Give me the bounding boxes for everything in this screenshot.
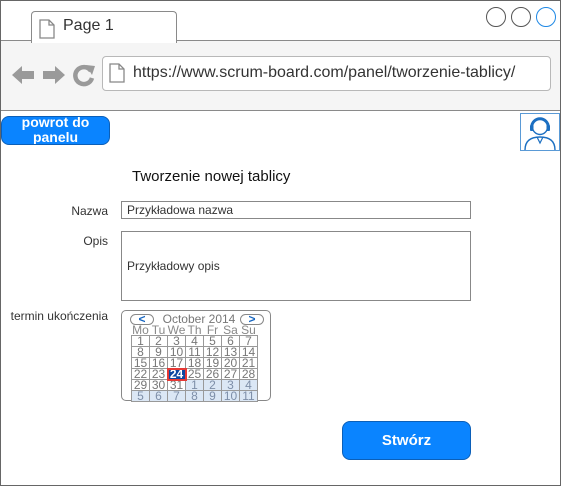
back-arrow-icon[interactable] — [11, 65, 35, 90]
calendar-day-next-month[interactable]: 10 — [221, 390, 240, 402]
back-to-panel-button[interactable]: powrot do panelu — [1, 116, 110, 145]
tab-title: Page 1 — [63, 17, 114, 34]
date-picker: < October 2014 > Mo Tu We Th Fr Sa Su 1 … — [121, 310, 271, 402]
window-circle-icon[interactable] — [536, 7, 556, 27]
create-board-button[interactable]: Stwórz — [342, 421, 471, 460]
forward-arrow-icon[interactable] — [42, 65, 66, 90]
window-circle-icon[interactable] — [511, 7, 531, 27]
url-text: https://www.scrum-board.com/panel/tworze… — [133, 64, 516, 81]
address-bar[interactable]: https://www.scrum-board.com/panel/tworze… — [102, 56, 551, 91]
reload-icon[interactable] — [72, 63, 96, 92]
window-circle-icon[interactable] — [486, 7, 506, 27]
user-avatar-icon[interactable] — [520, 113, 560, 151]
page-icon — [39, 19, 55, 44]
page-icon — [109, 63, 125, 88]
description-textarea[interactable]: Przykładowy opis — [121, 231, 471, 301]
page-title: Tworzenie nowej tablicy — [132, 168, 291, 185]
calendar-grid: Mo Tu We Th Fr Sa Su 1 2 3 4 5 6 7 8 9 1… — [131, 324, 258, 402]
calendar-day-next-month[interactable]: 5 — [131, 390, 150, 402]
browser-tab[interactable]: Page 1 — [31, 11, 177, 43]
calendar-day-next-month[interactable]: 7 — [167, 390, 186, 402]
navigation-bar: https://www.scrum-board.com/panel/tworze… — [1, 41, 560, 111]
name-label: Nazwa — [71, 204, 108, 218]
calendar-day-next-month[interactable]: 8 — [185, 390, 204, 402]
name-input[interactable]: Przykładowa nazwa — [121, 201, 471, 219]
back-to-panel-label: powrot do panelu — [21, 116, 90, 145]
description-label: Opis — [83, 234, 108, 248]
calendar-day-next-month[interactable]: 11 — [239, 390, 258, 402]
calendar-day-next-month[interactable]: 9 — [203, 390, 222, 402]
calendar-day-next-month[interactable]: 6 — [149, 390, 168, 402]
browser-window: Page 1 https://www.scrum-board.com/panel… — [0, 0, 561, 486]
description-text: Przykładowy opis — [127, 259, 220, 273]
deadline-label: termin ukończenia — [10, 309, 108, 323]
